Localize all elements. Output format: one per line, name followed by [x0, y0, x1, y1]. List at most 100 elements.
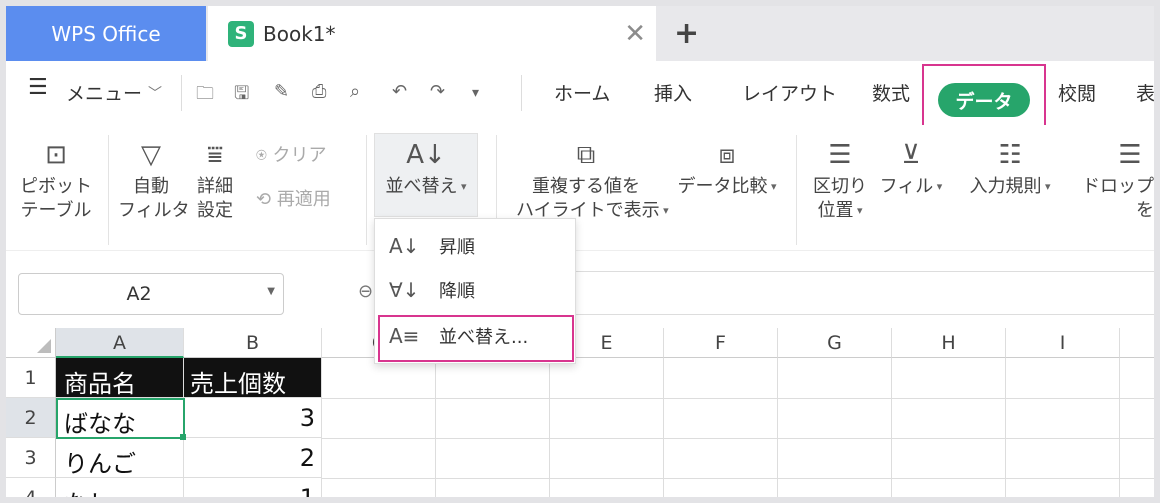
- column-header-b[interactable]: B: [184, 328, 322, 358]
- split-icon: ☰: [828, 140, 852, 170]
- empty-column-i[interactable]: [1006, 358, 1120, 497]
- column-header-f[interactable]: F: [664, 328, 778, 358]
- new-tab-button[interactable]: +: [674, 16, 699, 51]
- redo-icon[interactable]: ↷: [430, 81, 445, 102]
- doc-tab-label: Book1*: [263, 21, 336, 46]
- row-header-1[interactable]: 1: [6, 358, 56, 398]
- print-icon[interactable]: ⎙: [312, 81, 326, 102]
- insert-dropdown-button[interactable]: ☰ ドロップダウ を挿入: [1070, 135, 1154, 223]
- cell-b2[interactable]: 3: [184, 398, 322, 438]
- clear-label: クリア: [272, 145, 327, 166]
- tab-home[interactable]: ホーム: [554, 79, 610, 106]
- cell-b4[interactable]: 1: [184, 478, 322, 497]
- chevron-down-icon[interactable]: ﹀: [148, 83, 162, 103]
- sort-label: 並べ替え: [385, 176, 458, 197]
- fill-icon: ⊻: [901, 140, 921, 170]
- empty-column-e[interactable]: [550, 358, 664, 497]
- cell-b3[interactable]: 2: [184, 438, 322, 478]
- column-header-a[interactable]: A: [56, 328, 184, 358]
- column-header-g[interactable]: G: [778, 328, 892, 358]
- validation-button[interactable]: ☷ 入力規則 ▾: [954, 135, 1066, 199]
- tab-layout[interactable]: レイアウト: [742, 79, 837, 106]
- pivot-table-icon: ⊡: [45, 140, 67, 170]
- spreadsheet-grid: A B C D E F G H I 1 2 3 4 商品名 売上個数 ばなな 3…: [6, 318, 1154, 497]
- cell-b1[interactable]: 売上個数: [184, 358, 322, 398]
- tab-book1[interactable]: S Book1* ✕: [208, 6, 656, 61]
- quick-access-more-icon[interactable]: ▾: [472, 85, 479, 101]
- gridline: [322, 438, 1154, 439]
- duplicates-icon: ⧉: [576, 140, 596, 170]
- fill-label: フィル: [879, 176, 934, 197]
- pivot-label-1: ピボット: [20, 176, 92, 197]
- chevron-down-icon: ▾: [933, 180, 943, 193]
- fill-button[interactable]: ⊻ フィル ▾: [878, 135, 944, 199]
- chevron-down-icon[interactable]: ▼: [267, 286, 275, 297]
- select-all-corner[interactable]: [6, 328, 56, 358]
- tab-insert[interactable]: 挿入: [654, 79, 692, 106]
- column-header-i[interactable]: I: [1006, 328, 1120, 358]
- clear-filter-button[interactable]: ⍟ クリア: [256, 141, 327, 167]
- tab-wps-office[interactable]: WPS Office: [6, 6, 206, 61]
- highlight-duplicates-button[interactable]: ⧉ 重複する値を ハイライトで表示 ▾: [516, 135, 669, 223]
- compare-data-button[interactable]: ⧈ データ比較 ▾: [670, 135, 784, 199]
- tab-formulas[interactable]: 数式: [872, 79, 910, 106]
- duplicates-label-1: 重複する値を: [532, 176, 640, 197]
- zoom-formula-icon[interactable]: ⊖: [358, 281, 373, 302]
- column-header-h[interactable]: H: [892, 328, 1006, 358]
- save-icon[interactable]: 🖫: [234, 81, 249, 111]
- cell-a3[interactable]: りんご: [56, 438, 184, 478]
- pivot-table-button[interactable]: ⊡ ピボット テーブル: [18, 135, 94, 223]
- text-to-columns-button[interactable]: ☰ 区切り 位置 ▾: [808, 135, 872, 223]
- row-header-3[interactable]: 3: [6, 438, 56, 478]
- menu-item-descending[interactable]: ∀↓ 降順: [375, 269, 575, 311]
- compare-icon: ⧈: [718, 140, 736, 170]
- advanced-filter-button[interactable]: ⩸ 詳細 設定: [190, 135, 240, 223]
- autofilter-label-2: フィルタ: [118, 200, 190, 221]
- data-tab-highlight: データ: [922, 64, 1046, 130]
- chevron-down-icon: ▾: [659, 204, 669, 217]
- row-header-2[interactable]: 2: [6, 398, 56, 438]
- tab-review[interactable]: 校閲: [1058, 79, 1096, 106]
- formula-input[interactable]: [566, 271, 1154, 315]
- empty-column-d[interactable]: [436, 358, 550, 497]
- spreadsheet-icon: S: [228, 20, 254, 47]
- pivot-label-2: テーブル: [20, 200, 92, 221]
- open-folder-icon[interactable]: 🗀: [196, 81, 214, 111]
- column-header-more[interactable]: [1120, 328, 1154, 358]
- split-label-2: 位置: [817, 200, 854, 221]
- print-preview-icon[interactable]: ⌕: [350, 81, 360, 102]
- formula-bar: A2 ▼ ⊖: [6, 250, 1154, 318]
- dropdown-list-icon: ☰: [1118, 140, 1142, 170]
- empty-column-h[interactable]: [892, 358, 1006, 497]
- undo-icon[interactable]: ↶: [392, 81, 407, 102]
- advanced-label-2: 設定: [197, 200, 233, 221]
- cell-a4[interactable]: なし: [56, 478, 184, 497]
- chevron-down-icon: ▾: [457, 180, 467, 193]
- autofilter-label-1: 自動: [133, 176, 169, 197]
- menu-item-ascending[interactable]: A↓ 昇順: [375, 225, 575, 267]
- name-box[interactable]: A2 ▼: [18, 273, 284, 315]
- tab-overflow[interactable]: 表: [1136, 79, 1154, 106]
- sort-button[interactable]: A↓ 並べ替え ▾: [374, 135, 478, 199]
- autofilter-button[interactable]: ▽ 自動 フィルタ: [118, 135, 190, 223]
- chevron-down-icon: ▾: [853, 204, 863, 217]
- close-tab-icon[interactable]: ✕: [624, 19, 646, 49]
- main-menu-button[interactable]: メニュー: [66, 79, 142, 106]
- row-header-4[interactable]: 4: [6, 478, 56, 497]
- app-window: WPS Office S Book1* ✕ + ☰ メニュー ﹀ 🗀 🖫 ✎ ⎙…: [0, 0, 1160, 503]
- chevron-down-icon: ▾: [767, 180, 777, 193]
- empty-column-f[interactable]: [664, 358, 778, 497]
- custom-sort-highlight: [378, 315, 574, 362]
- divider: [521, 75, 522, 111]
- empty-column-g[interactable]: [778, 358, 892, 497]
- fill-handle[interactable]: [180, 434, 186, 440]
- reapply-filter-button[interactable]: ⟲ 再適用: [256, 185, 331, 211]
- validation-label: 入力規則: [969, 176, 1042, 197]
- sort-ascending-icon: A↓: [389, 234, 420, 258]
- divider: [366, 135, 367, 245]
- cell-a1[interactable]: 商品名: [56, 358, 184, 398]
- empty-column-c[interactable]: [322, 358, 436, 497]
- format-painter-icon[interactable]: ✎: [274, 81, 289, 102]
- tab-data[interactable]: データ: [938, 83, 1030, 117]
- hamburger-icon[interactable]: ☰: [28, 75, 48, 100]
